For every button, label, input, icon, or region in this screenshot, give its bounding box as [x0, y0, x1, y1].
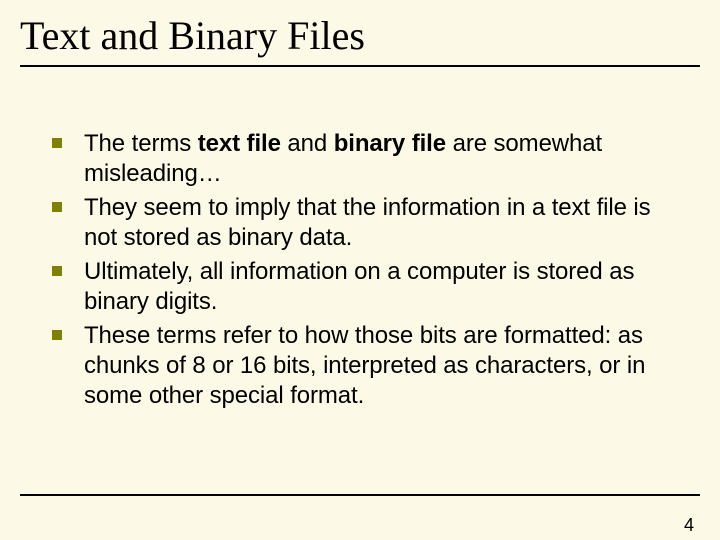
- text-run: The terms: [84, 130, 198, 157]
- bold-text: binary file: [334, 130, 446, 157]
- list-item-text: They seem to imply that the information …: [84, 193, 680, 253]
- list-item-text: The terms text file and binary file are …: [84, 129, 680, 189]
- page-number: 4: [684, 515, 694, 536]
- bullet-list: The terms text file and binary file are …: [52, 129, 680, 411]
- footer-divider: [20, 494, 700, 496]
- bullet-icon: [52, 266, 62, 276]
- bold-text: text file: [198, 130, 281, 157]
- list-item: The terms text file and binary file are …: [52, 129, 680, 189]
- bullet-icon: [52, 138, 62, 148]
- list-item: Ultimately, all information on a compute…: [52, 257, 680, 317]
- text-run: and: [281, 130, 334, 157]
- list-item-text: These terms refer to how those bits are …: [84, 321, 680, 411]
- slide-title: Text and Binary Files: [20, 12, 720, 59]
- bullet-icon: [52, 202, 62, 212]
- title-underline: [20, 65, 700, 67]
- bullet-icon: [52, 330, 62, 340]
- list-item: They seem to imply that the information …: [52, 193, 680, 253]
- list-item: These terms refer to how those bits are …: [52, 321, 680, 411]
- list-item-text: Ultimately, all information on a compute…: [84, 257, 680, 317]
